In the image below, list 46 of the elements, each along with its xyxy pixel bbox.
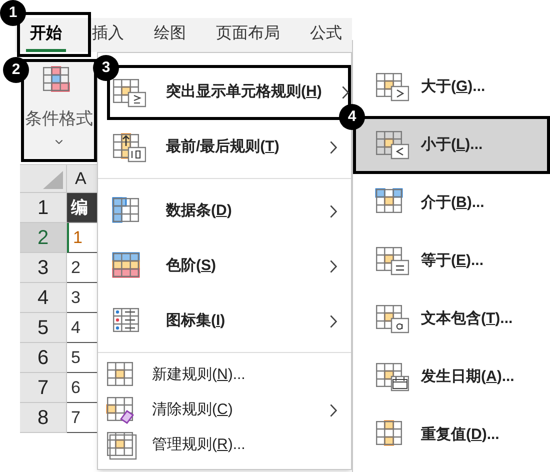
row-header[interactable]: 7 <box>20 373 67 403</box>
row-header[interactable]: 4 <box>20 283 67 313</box>
chevron-right-icon <box>330 141 337 154</box>
row-header[interactable]: 1 <box>20 193 67 223</box>
conditional-format-icon <box>112 132 146 162</box>
row-header[interactable]: 2 <box>20 223 67 253</box>
select-all-corner[interactable] <box>20 165 67 193</box>
rule-icon <box>375 130 409 160</box>
rule-icon <box>375 304 409 334</box>
ribbon-tab[interactable]: 开始 <box>26 18 66 52</box>
chevron-right-icon <box>342 86 349 99</box>
column-header[interactable]: A <box>67 165 99 193</box>
table-cell: 编 <box>67 193 99 223</box>
menu-item[interactable]: 介于(B)... <box>353 174 550 232</box>
row-header[interactable]: 6 <box>20 343 67 373</box>
chevron-right-icon <box>330 260 337 273</box>
ribbon-tab[interactable]: 插入 <box>88 18 128 52</box>
chevron-right-icon <box>330 315 337 328</box>
rule-icon <box>375 246 409 276</box>
ribbon-tab[interactable]: 公式 <box>306 18 346 52</box>
menu-item[interactable]: 色阶(S) <box>98 239 351 294</box>
chevron-right-icon <box>330 205 337 218</box>
triangle-icon <box>43 171 63 189</box>
rule-icon <box>375 362 409 392</box>
menu-item[interactable]: 发生日期(A)... <box>353 348 550 406</box>
conditional-format-button[interactable]: 条件格式 <box>23 62 95 158</box>
row-header[interactable]: 5 <box>20 313 67 343</box>
row-header[interactable]: 3 <box>20 253 67 283</box>
step-number: 3 <box>93 55 119 81</box>
menu-item[interactable]: 数据条(D) <box>98 184 351 239</box>
conditional-format-icon <box>112 78 146 108</box>
menu-item[interactable]: 清除规则(C) <box>98 393 351 428</box>
menu-item[interactable]: 文本包含(T)... <box>353 290 550 348</box>
table-cell: 1 <box>67 223 99 253</box>
menu-item[interactable]: 重复值(D)... <box>353 406 550 464</box>
step-number: 1 <box>0 0 26 26</box>
ribbon-tab[interactable]: 绘图 <box>150 18 190 52</box>
ribbon-tab[interactable]: 页面布局 <box>212 18 284 52</box>
chevron-right-icon <box>330 404 337 417</box>
menu-item[interactable]: 新建规则(N)... <box>98 358 351 393</box>
menu-item[interactable]: 管理规则(R)... <box>98 428 351 463</box>
menu-item[interactable]: 等于(E)... <box>353 232 550 290</box>
menu-item[interactable]: 图标集(I) <box>98 294 351 349</box>
step-number: 2 <box>3 57 29 83</box>
rule-icon <box>375 72 409 102</box>
row-header[interactable]: 8 <box>20 403 67 433</box>
